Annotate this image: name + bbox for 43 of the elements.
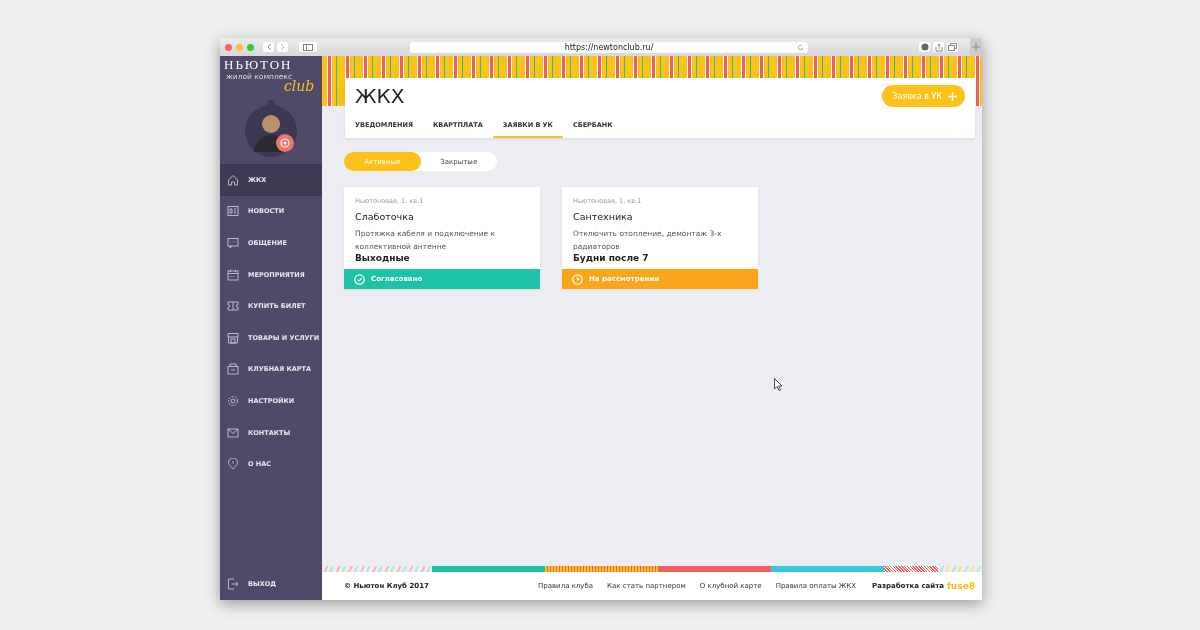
check-icon [354, 273, 365, 285]
chevron-right-icon [279, 43, 286, 51]
clock-icon [572, 273, 583, 285]
newspaper-icon [227, 205, 239, 218]
card-category: Сантехника [573, 211, 634, 222]
cursor-icon [774, 378, 783, 391]
tabs-button[interactable] [947, 42, 958, 52]
card-schedule: Выходные [355, 253, 411, 263]
minimize-icon[interactable] [236, 43, 243, 51]
logout-icon [227, 578, 239, 591]
home-icon [227, 173, 239, 186]
close-icon[interactable] [225, 43, 232, 51]
ticket-icon [227, 300, 239, 313]
card-schedule: Будни после 7 [573, 253, 650, 263]
page-title: ЖКХ [355, 84, 405, 108]
mail-icon [227, 426, 239, 439]
download-button[interactable] [919, 42, 930, 52]
tabs-icon [948, 43, 957, 51]
calendar-icon [227, 268, 239, 281]
address-bar[interactable]: https://newtonclub.ru/ [410, 41, 808, 53]
back-button[interactable] [263, 42, 274, 52]
settings-icon[interactable] [276, 134, 294, 152]
new-tab-button[interactable] [970, 38, 982, 56]
forward-button[interactable] [277, 42, 288, 52]
chat-icon [227, 237, 239, 249]
chevron-left-icon [265, 43, 272, 51]
store-icon [227, 331, 239, 344]
logo-title: НЬЮТОН [224, 58, 293, 72]
sidebar-icon [303, 43, 313, 51]
plus-icon [972, 43, 980, 51]
sidebar-button[interactable] [299, 42, 317, 52]
settings-icon [227, 394, 239, 407]
zoom-icon[interactable] [247, 43, 254, 51]
pin-icon [227, 458, 239, 471]
plus-icon [948, 91, 957, 101]
gift-icon [227, 363, 239, 376]
circle-icon [920, 43, 929, 51]
reload-icon[interactable] [797, 43, 804, 51]
card-category: Слаботочка [355, 211, 415, 222]
logo-script: club [284, 80, 315, 93]
share-icon [934, 42, 943, 52]
avatar-icon[interactable] [242, 100, 300, 158]
share-button[interactable] [933, 42, 944, 52]
